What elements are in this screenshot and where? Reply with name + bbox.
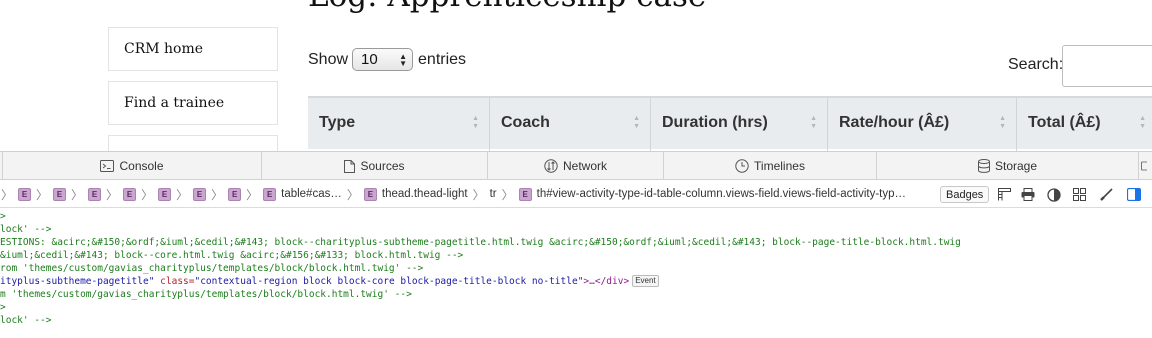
- dom-line[interactable]: &iuml;&cedil;&#143; block--core.html.twi…: [0, 249, 1152, 262]
- chevron-right-icon: 〉: [211, 187, 224, 202]
- breadcrumb-item[interactable]: table#cas…: [281, 188, 342, 200]
- network-icon: [544, 159, 558, 173]
- layout-grid-icon[interactable]: [998, 188, 1011, 201]
- select-arrows-icon: ▲ ▼: [399, 51, 408, 68]
- column-header-duration[interactable]: Duration (hrs) ▲ ▼: [651, 98, 828, 151]
- dom-tree: > lock' --> ESTIONS: &acirc;&#150;&ordf;…: [0, 210, 1152, 327]
- tab-console[interactable]: Console: [2, 152, 261, 180]
- column-header-type[interactable]: Type ▲ ▼: [308, 98, 490, 151]
- element-badge-icon[interactable]: E: [263, 187, 277, 201]
- sidebar-link-label: CRM home: [124, 41, 204, 57]
- entries-control: Show 10 ▲ ▼ entries: [308, 48, 466, 71]
- badges-button[interactable]: Badges: [940, 186, 990, 203]
- element-badge-icon[interactable]: E: [53, 187, 67, 201]
- dom-line[interactable]: ityplus-subtheme-pagetitle" class="conte…: [0, 275, 1152, 288]
- sidebar-link-crm-home[interactable]: CRM home: [108, 27, 278, 71]
- sort-icon: ▲ ▼: [810, 115, 817, 130]
- element-badge-icon[interactable]: E: [18, 187, 32, 201]
- element-breadcrumb: 〉 E 〉 E 〉 E 〉 E 〉 E 〉 E 〉 E 〉 E table#ca…: [0, 181, 1152, 208]
- column-header-label: Coach: [501, 114, 550, 131]
- column-header-label: Type: [319, 114, 356, 131]
- tab-label: Timelines: [754, 159, 805, 173]
- image-icon: [1141, 161, 1147, 171]
- show-label: Show: [308, 50, 349, 68]
- chevron-right-icon: 〉: [1, 187, 14, 202]
- dom-line[interactable]: m 'themes/custom/gavias_charityplus/temp…: [0, 288, 1152, 301]
- chevron-right-icon: 〉: [71, 187, 84, 202]
- sort-icon: ▲ ▼: [999, 115, 1006, 130]
- print-icon[interactable]: [1021, 188, 1035, 201]
- column-header-coach[interactable]: Coach ▲ ▼: [490, 98, 651, 151]
- dom-line[interactable]: lock' -->: [0, 223, 1152, 236]
- element-badge-icon[interactable]: E: [363, 187, 377, 201]
- attr-value: "contextual-region block block-core bloc…: [194, 276, 584, 287]
- sidebar-link-find-trainee[interactable]: Find a trainee: [108, 81, 278, 125]
- clock-icon: [735, 159, 749, 173]
- attr-value: ityplus-subtheme-pagetitle": [0, 276, 155, 287]
- attr-name: class=: [154, 276, 195, 287]
- database-icon: [977, 159, 990, 173]
- tab-label: Network: [562, 159, 607, 173]
- sort-icon: ▲ ▼: [472, 115, 479, 130]
- tab-label: Sources: [360, 159, 405, 173]
- search-input[interactable]: [1062, 45, 1152, 87]
- chevron-right-icon: 〉: [501, 187, 514, 202]
- element-badge-icon[interactable]: E: [88, 187, 102, 201]
- entries-label: entries: [418, 50, 467, 68]
- table-header: Type ▲ ▼ Coach ▲ ▼ Duration (hrs) ▲ ▼ Rate/…: [308, 96, 1152, 151]
- inspector-tab-bar: Console Sources Network Timelines Storag…: [0, 152, 1152, 180]
- column-header-label: Total (Â£): [1028, 114, 1101, 131]
- tab-graphics-edge[interactable]: [1138, 152, 1152, 180]
- search-label: Search:: [1008, 56, 1064, 73]
- chevron-right-icon: 〉: [346, 187, 359, 202]
- breadcrumb-item[interactable]: thead.thead-light: [382, 188, 468, 200]
- sort-icon: ▲ ▼: [633, 115, 640, 130]
- column-header-rate[interactable]: Rate/hour (Â£) ▲ ▼: [828, 98, 1017, 151]
- dom-line[interactable]: rom 'themes/custom/gavias_charityplus/te…: [0, 262, 1152, 275]
- tab-sources[interactable]: Sources: [261, 152, 487, 180]
- sidebar-toggle-icon[interactable]: [1127, 188, 1141, 201]
- element-badge-icon[interactable]: E: [228, 187, 242, 201]
- sidebar-link-label: Find a trainee: [124, 95, 225, 111]
- column-header-label: Rate/hour (Â£): [839, 114, 950, 131]
- dom-line[interactable]: ESTIONS: &acirc;&#150;&ordf;&iuml;&cedil…: [0, 236, 1152, 249]
- document-icon: [344, 159, 356, 173]
- element-badge-icon[interactable]: E: [518, 187, 532, 201]
- chevron-right-icon: 〉: [141, 187, 154, 202]
- compositing-grid-icon[interactable]: [1073, 188, 1086, 201]
- column-header-label: Duration (hrs): [662, 114, 768, 131]
- chevron-right-icon: 〉: [106, 187, 119, 202]
- page-title: Log: Apprenticeship case: [308, 0, 706, 14]
- breadcrumb-item[interactable]: tr: [490, 188, 497, 200]
- breadcrumb-item[interactable]: th#view-activity-type-id-table-column.vi…: [537, 188, 906, 200]
- chevron-right-icon: 〉: [36, 187, 49, 202]
- chevron-right-icon: 〉: [472, 187, 485, 202]
- appearance-icon[interactable]: [1047, 188, 1061, 202]
- tab-storage[interactable]: Storage: [876, 152, 1138, 180]
- chevron-right-icon: 〉: [246, 187, 259, 202]
- tab-network[interactable]: Network: [487, 152, 663, 180]
- web-inspector: Console Sources Network Timelines Storag…: [0, 151, 1152, 338]
- sort-icon: ▲ ▼: [1139, 115, 1146, 130]
- element-badge-icon[interactable]: E: [193, 187, 207, 201]
- dom-line[interactable]: >: [0, 210, 1152, 223]
- element-badge-icon[interactable]: E: [158, 187, 172, 201]
- console-icon: [100, 160, 115, 172]
- entries-select-value: 10: [361, 51, 378, 68]
- tag-close: >…</div>: [583, 276, 630, 287]
- chevron-right-icon: 〉: [176, 187, 189, 202]
- tab-label: Console: [119, 159, 164, 173]
- paint-brush-icon[interactable]: [1100, 188, 1113, 201]
- dom-line[interactable]: lock' -->: [0, 314, 1152, 327]
- tab-label: Storage: [994, 159, 1038, 173]
- entries-select[interactable]: 10 ▲ ▼: [352, 48, 414, 71]
- column-header-total[interactable]: Total (Â£) ▲ ▼: [1017, 98, 1152, 151]
- dom-line[interactable]: >: [0, 301, 1152, 314]
- tab-timelines[interactable]: Timelines: [663, 152, 876, 180]
- element-badge-icon[interactable]: E: [123, 187, 137, 201]
- event-badge[interactable]: Event: [632, 275, 659, 287]
